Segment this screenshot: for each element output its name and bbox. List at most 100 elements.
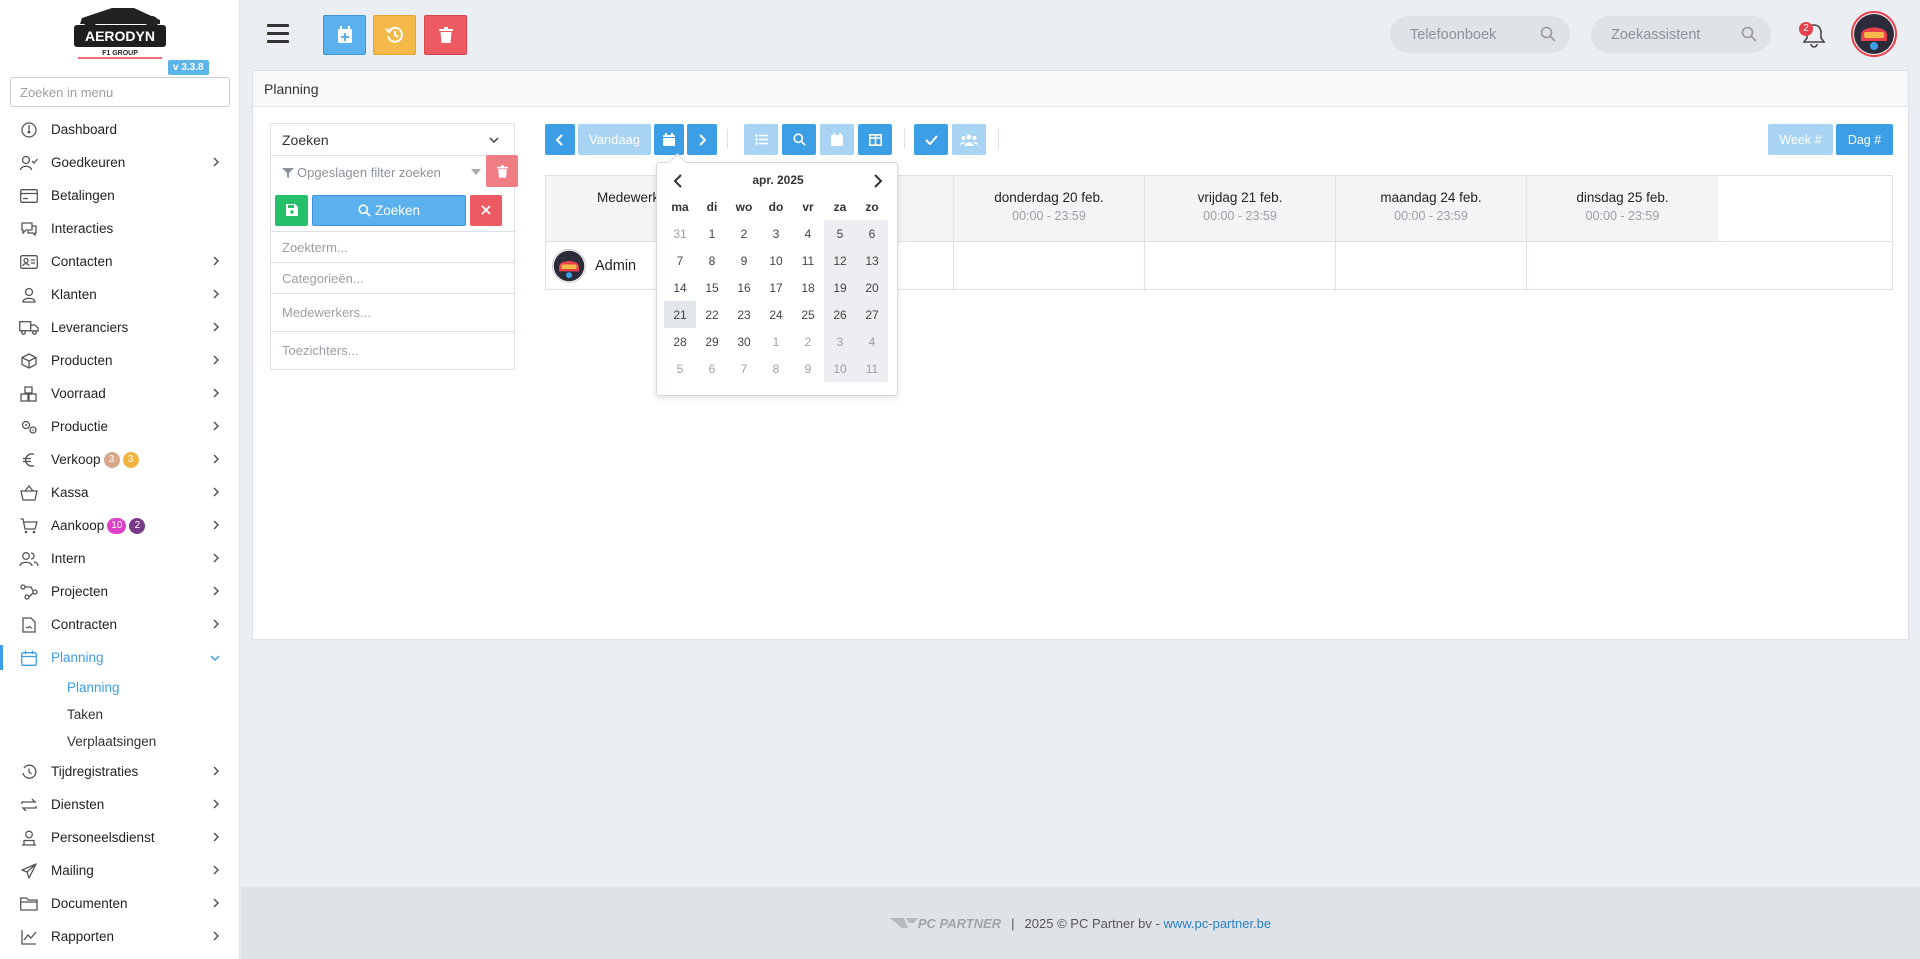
datepicker-day[interactable]: 16 (728, 274, 760, 301)
datepicker-day[interactable]: 11 (792, 247, 824, 274)
datepicker-day[interactable]: 6 (856, 220, 888, 247)
employees-select[interactable]: Medewerkers... (271, 293, 514, 331)
sidebar-subitem-taken[interactable]: Taken (0, 701, 240, 728)
search-button[interactable]: Zoeken (312, 194, 466, 226)
datepicker-day[interactable]: 1 (760, 328, 792, 355)
sidebar-subitem-planning[interactable]: Planning (0, 674, 240, 701)
sidebar-item-tijdregistraties[interactable]: Tijdregistraties (0, 755, 240, 788)
clear-filter-button[interactable] (470, 194, 502, 226)
datepicker-day[interactable]: 3 (760, 220, 792, 247)
calendar-view-button[interactable] (820, 124, 854, 155)
sidebar-item-aankoop[interactable]: Aankoop 10 2 (0, 509, 240, 542)
sidebar-item-interacties[interactable]: Interacties (0, 212, 240, 245)
datepicker-day[interactable]: 2 (728, 220, 760, 247)
search-term-input[interactable]: Zoekterm... (271, 231, 514, 262)
datepicker-day[interactable]: 26 (824, 301, 856, 328)
columns-view-button[interactable] (858, 124, 892, 155)
schedule-cell[interactable] (1336, 242, 1527, 291)
week-number-button[interactable]: Week # (1768, 124, 1833, 155)
phonebook-search[interactable]: Telefoonboek (1390, 16, 1570, 53)
datepicker-day[interactable]: 23 (728, 301, 760, 328)
sidebar-item-producten[interactable]: Producten (0, 344, 240, 377)
assistant-search[interactable]: Zoekassistent (1591, 16, 1771, 53)
sidebar-item-contacten[interactable]: Contacten (0, 245, 240, 278)
datepicker-day[interactable]: 30 (728, 328, 760, 355)
datepicker-day[interactable]: 3 (824, 328, 856, 355)
sidebar-item-verkoop[interactable]: Verkoop 3 3 (0, 443, 240, 476)
delete-button[interactable] (424, 15, 467, 55)
datepicker-day[interactable]: 20 (856, 274, 888, 301)
date-picker-button[interactable] (654, 124, 684, 155)
supervisors-select[interactable]: Toezichters... (271, 331, 514, 369)
previous-period-button[interactable] (545, 124, 575, 155)
datepicker-day[interactable]: 4 (856, 328, 888, 355)
sidebar-item-betalingen[interactable]: Betalingen (0, 179, 240, 212)
search-select[interactable]: Zoeken (271, 124, 514, 156)
delete-saved-filter-button[interactable] (486, 155, 518, 187)
datepicker-day[interactable]: 31 (664, 220, 696, 247)
datepicker-day[interactable]: 13 (856, 247, 888, 274)
datepicker-day[interactable]: 2 (792, 328, 824, 355)
datepicker-day[interactable]: 15 (696, 274, 728, 301)
sidebar-item-planning[interactable]: Planning (0, 641, 240, 674)
sidebar-subitem-verplaatsingen[interactable]: Verplaatsingen (0, 728, 240, 755)
sidebar-item-leveranciers[interactable]: Leveranciers (0, 311, 240, 344)
next-period-button[interactable] (687, 124, 717, 155)
sidebar-item-kassa[interactable]: Kassa (0, 476, 240, 509)
datepicker-day[interactable]: 21 (664, 301, 696, 328)
datepicker-day[interactable]: 4 (792, 220, 824, 247)
new-appointment-button[interactable] (323, 15, 366, 55)
datepicker-day[interactable]: 11 (856, 355, 888, 382)
list-view-button[interactable] (744, 124, 778, 155)
company-logo[interactable]: AERODYN F1 GROUP (72, 2, 168, 60)
day-number-button[interactable]: Dag # (1836, 124, 1893, 155)
schedule-cell[interactable] (1527, 242, 1718, 291)
sidebar-item-personeelsdienst[interactable]: Personeelsdienst (0, 821, 240, 854)
datepicker-day[interactable]: 27 (856, 301, 888, 328)
categories-select[interactable]: Categorieën... (271, 262, 514, 293)
save-filter-button[interactable] (275, 194, 308, 226)
datepicker-day[interactable]: 29 (696, 328, 728, 355)
datepicker-day[interactable]: 12 (824, 247, 856, 274)
datepicker-day[interactable]: 9 (728, 247, 760, 274)
datepicker-day[interactable]: 5 (664, 355, 696, 382)
sidebar-item-voorraad[interactable]: Voorraad (0, 377, 240, 410)
datepicker-day[interactable]: 17 (760, 274, 792, 301)
datepicker-day[interactable]: 7 (664, 247, 696, 274)
datepicker-day[interactable]: 9 (792, 355, 824, 382)
footer-link[interactable]: www.pc-partner.be (1163, 916, 1271, 931)
sidebar-item-documenten[interactable]: Documenten (0, 887, 240, 920)
datepicker-day[interactable]: 28 (664, 328, 696, 355)
datepicker-day[interactable]: 8 (696, 247, 728, 274)
schedule-cell[interactable] (1145, 242, 1336, 291)
chevron-right-icon[interactable] (867, 171, 887, 191)
today-button[interactable]: Vandaag (578, 124, 651, 155)
sidebar-item-dashboard[interactable]: Dashboard (0, 113, 240, 146)
datepicker-day[interactable]: 6 (696, 355, 728, 382)
sidebar-item-productie[interactable]: Productie (0, 410, 240, 443)
datepicker-day[interactable]: 10 (760, 247, 792, 274)
hamburger-menu-button[interactable] (267, 24, 289, 44)
datepicker-day[interactable]: 22 (696, 301, 728, 328)
team-button[interactable] (952, 124, 986, 155)
sidebar-item-mailing[interactable]: Mailing (0, 854, 240, 887)
datepicker-month-title[interactable]: apr. 2025 (657, 173, 899, 187)
search-view-button[interactable] (782, 124, 816, 155)
datepicker-day[interactable]: 1 (696, 220, 728, 247)
datepicker-day[interactable]: 19 (824, 274, 856, 301)
saved-filter-select[interactable]: Opgeslagen filter zoeken (271, 156, 514, 189)
datepicker-day[interactable]: 7 (728, 355, 760, 382)
datepicker-day[interactable]: 10 (824, 355, 856, 382)
confirm-button[interactable] (914, 124, 948, 155)
datepicker-day[interactable]: 5 (824, 220, 856, 247)
datepicker-day[interactable]: 14 (664, 274, 696, 301)
user-avatar[interactable] (1851, 11, 1897, 57)
sidebar-item-klanten[interactable]: Klanten (0, 278, 240, 311)
history-button[interactable] (373, 15, 416, 55)
datepicker-day[interactable]: 8 (760, 355, 792, 382)
sidebar-item-projecten[interactable]: Projecten (0, 575, 240, 608)
datepicker-day[interactable]: 24 (760, 301, 792, 328)
sidebar-item-contracten[interactable]: Contracten (0, 608, 240, 641)
menu-search-input[interactable] (10, 77, 230, 107)
datepicker-day[interactable]: 25 (792, 301, 824, 328)
